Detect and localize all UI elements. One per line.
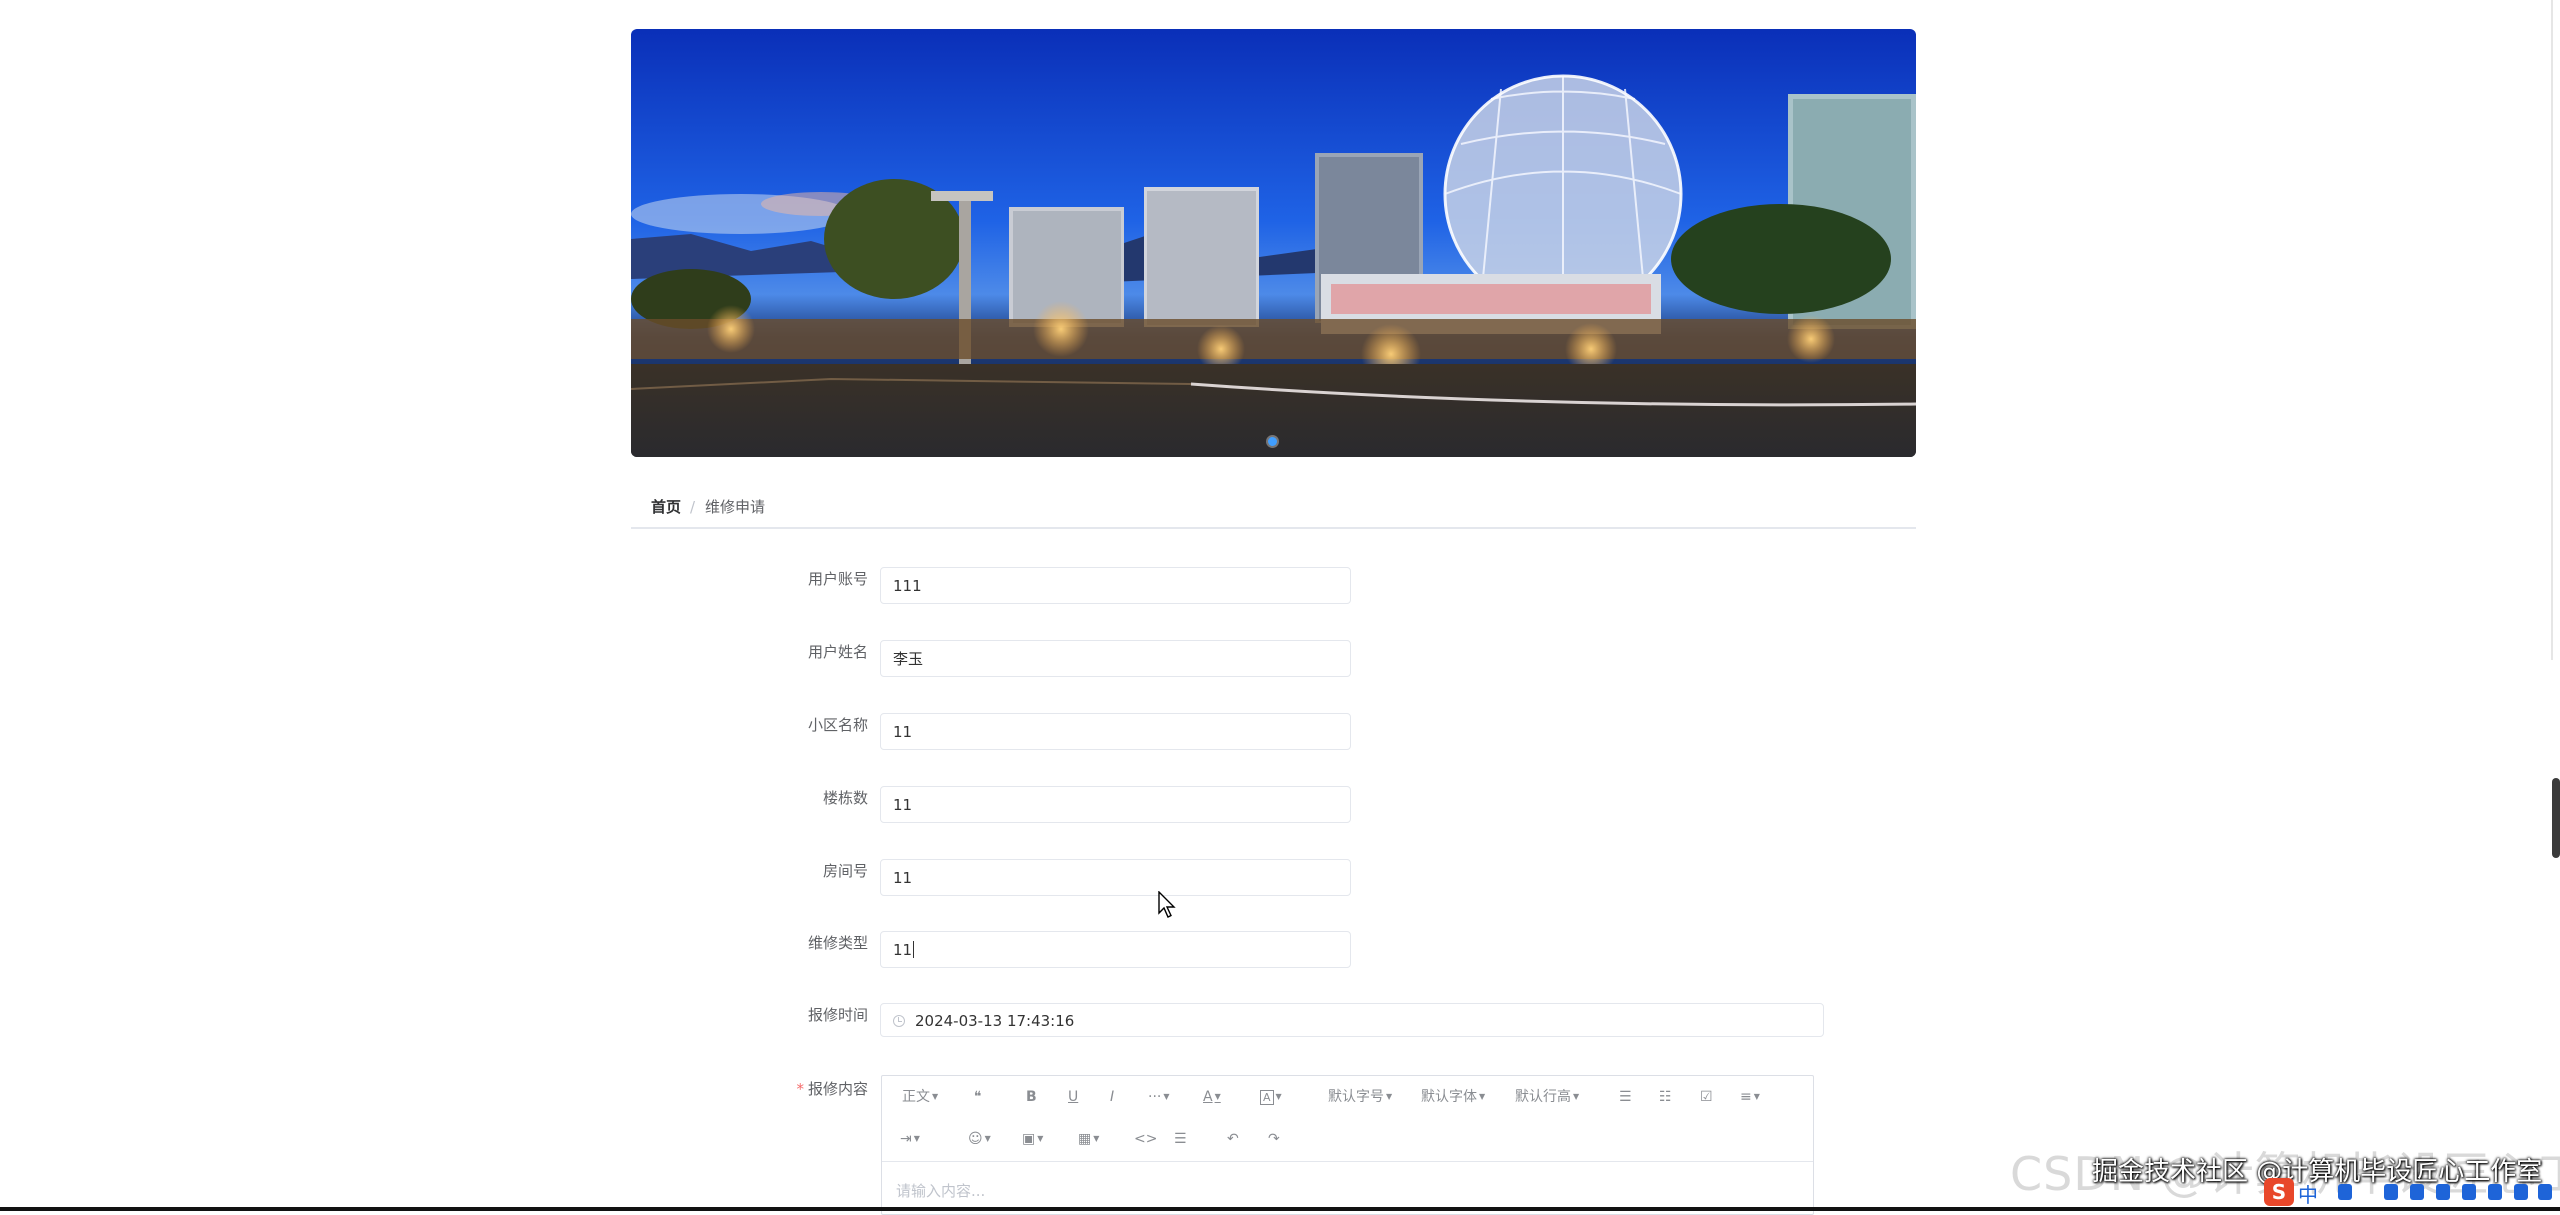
tools-icon[interactable] <box>2462 1184 2476 1200</box>
align-icon: ≡ <box>1740 1089 1752 1105</box>
emoji-icon: ☺ <box>968 1131 983 1147</box>
ime-toolbar: S 中 <box>2264 1178 2560 1208</box>
community-label: 小区名称 <box>807 716 868 734</box>
chevron-down-icon: ▼ <box>1386 1092 1393 1101</box>
paragraph-style-dropdown[interactable]: 正文 ▼ <box>902 1086 938 1108</box>
font-size-label: 默认字号 <box>1328 1089 1384 1105</box>
microphone-icon[interactable] <box>2384 1184 2398 1200</box>
chevron-down-icon: ▼ <box>984 1134 991 1143</box>
content-label: * 报修内容 <box>700 1079 868 1099</box>
rich-text-editor[interactable]: 正文 ▼ ❝ B U I ··· ▼ A ▼ A ▼ 默认字号 ▼ 默认字体 ▼ 默认行高 ▼… <box>881 1075 1814 1215</box>
breadcrumb-current: 维修申请 <box>705 498 766 516</box>
report-time-value: 2024-03-13 17:43:16 <box>915 1012 1075 1030</box>
report-time-label: 报修时间 <box>807 1006 868 1024</box>
breadcrumb-home[interactable]: 首页 <box>651 484 681 530</box>
name-label: 用户姓名 <box>807 643 868 661</box>
chevron-down-icon: ▼ <box>1275 1092 1282 1101</box>
indent-dropdown[interactable]: ⇥ ▼ <box>900 1128 920 1150</box>
ime-language-toggle[interactable]: 中 <box>2298 1179 2318 1208</box>
assistant-icon[interactable] <box>2488 1184 2502 1200</box>
italic-icon[interactable]: I <box>1110 1086 1114 1108</box>
font-color-dropdown[interactable]: A ▼ <box>1203 1086 1221 1108</box>
ime-logo[interactable]: S <box>2264 1178 2294 1206</box>
table-dropdown[interactable]: ▦ ▼ <box>1078 1128 1099 1150</box>
clock-icon <box>893 1015 905 1027</box>
carousel-banner[interactable] <box>631 29 1916 457</box>
required-mark: * <box>796 1080 804 1098</box>
chevron-down-icon: ▼ <box>913 1134 920 1143</box>
more-icon: ··· <box>1148 1089 1162 1105</box>
building-input[interactable]: 11 <box>880 786 1351 823</box>
quote-icon[interactable]: ❝ <box>974 1086 982 1108</box>
font-color-icon: A <box>1203 1089 1213 1105</box>
chevron-down-icon: ▼ <box>932 1092 939 1101</box>
font-size-dropdown[interactable]: 默认字号 ▼ <box>1328 1086 1392 1108</box>
community-input[interactable]: 11 <box>880 713 1351 750</box>
chevron-down-icon: ▼ <box>1753 1092 1760 1101</box>
chevron-down-icon: ▼ <box>1573 1092 1580 1101</box>
name-input[interactable]: 李玉 <box>880 640 1351 677</box>
chevron-down-icon: ▼ <box>1163 1092 1170 1101</box>
editor-placeholder[interactable]: 请输入内容... <box>896 1180 985 1201</box>
repair-type-label: 维修类型 <box>807 934 868 952</box>
breadcrumb-separator: / <box>690 498 696 516</box>
bg-color-dropdown[interactable]: A ▼ <box>1260 1086 1282 1108</box>
building-label: 楼栋数 <box>822 789 868 807</box>
font-family-label: 默认字体 <box>1421 1089 1477 1105</box>
image-dropdown[interactable]: ▣ ▼ <box>1022 1128 1043 1150</box>
align-dropdown[interactable]: ≡ ▼ <box>1740 1086 1760 1108</box>
bullet-list-icon[interactable]: ☰ <box>1619 1086 1632 1108</box>
carousel-indicator[interactable] <box>1268 437 1277 446</box>
repair-type-value: 11 <box>893 941 913 959</box>
code-icon[interactable]: <> <box>1134 1128 1157 1150</box>
room-label: 房间号 <box>822 862 868 880</box>
settings-icon[interactable] <box>2538 1184 2552 1200</box>
todo-icon[interactable]: ☑ <box>1700 1086 1713 1108</box>
font-family-dropdown[interactable]: 默认字体 ▼ <box>1421 1086 1485 1108</box>
chevron-down-icon: ▼ <box>1479 1092 1486 1101</box>
room-input[interactable]: 11 <box>880 859 1351 896</box>
editor-toolbar-row-2: ⇥ ▼ ☺ ▼ ▣ ▼ ▦ ▼ <> ☰ ↶ ↷ <box>882 1118 1813 1160</box>
content-label-text: 报修内容 <box>807 1080 868 1098</box>
more-styles-dropdown[interactable]: ··· ▼ <box>1148 1086 1170 1108</box>
undo-icon[interactable]: ↶ <box>1227 1128 1239 1150</box>
numbered-list-icon[interactable]: ☷ <box>1659 1086 1672 1108</box>
table-icon: ▦ <box>1078 1131 1092 1147</box>
account-input[interactable]: 111 <box>880 567 1351 604</box>
mouse-cursor-icon <box>1158 891 1176 918</box>
account-label: 用户账号 <box>807 570 868 588</box>
underline-icon[interactable]: U <box>1068 1086 1078 1108</box>
scrollbar-thumb[interactable] <box>2552 778 2560 858</box>
chevron-down-icon: ▼ <box>1093 1134 1100 1143</box>
emoji-dropdown[interactable]: ☺ ▼ <box>968 1128 991 1150</box>
redo-icon[interactable]: ↷ <box>1268 1128 1280 1150</box>
bold-icon[interactable]: B <box>1026 1086 1037 1108</box>
chevron-down-icon: ▼ <box>1214 1092 1221 1101</box>
indent-icon: ⇥ <box>900 1131 912 1147</box>
punctuation-icon[interactable] <box>2338 1184 2352 1200</box>
repair-type-input[interactable]: 11 <box>880 931 1351 968</box>
editor-toolbar-row-1: 正文 ▼ ❝ B U I ··· ▼ A ▼ A ▼ 默认字号 ▼ 默认字体 ▼ 默认行高 ▼… <box>882 1076 1813 1118</box>
screen-bottom-edge <box>0 1207 2560 1211</box>
skin-icon[interactable] <box>2436 1184 2450 1200</box>
text-caret <box>913 941 915 958</box>
breadcrumb: 首页 / 维修申请 <box>631 484 1916 529</box>
line-height-dropdown[interactable]: 默认行高 ▼ <box>1515 1086 1579 1108</box>
editor-divider <box>882 1161 1813 1162</box>
line-height-label: 默认行高 <box>1515 1089 1571 1105</box>
report-time-picker[interactable]: 2024-03-13 17:43:16 <box>880 1003 1824 1037</box>
banner-image <box>631 29 1916 457</box>
divider-icon[interactable]: ☰ <box>1174 1128 1187 1150</box>
image-icon: ▣ <box>1022 1131 1036 1147</box>
bg-color-icon: A <box>1260 1090 1274 1105</box>
keyboard-icon[interactable] <box>2410 1184 2424 1200</box>
paragraph-style-label: 正文 <box>902 1089 930 1105</box>
chevron-down-icon: ▼ <box>1037 1134 1044 1143</box>
scrollbar-track[interactable] <box>2551 0 2553 660</box>
grid-icon[interactable] <box>2514 1184 2528 1200</box>
